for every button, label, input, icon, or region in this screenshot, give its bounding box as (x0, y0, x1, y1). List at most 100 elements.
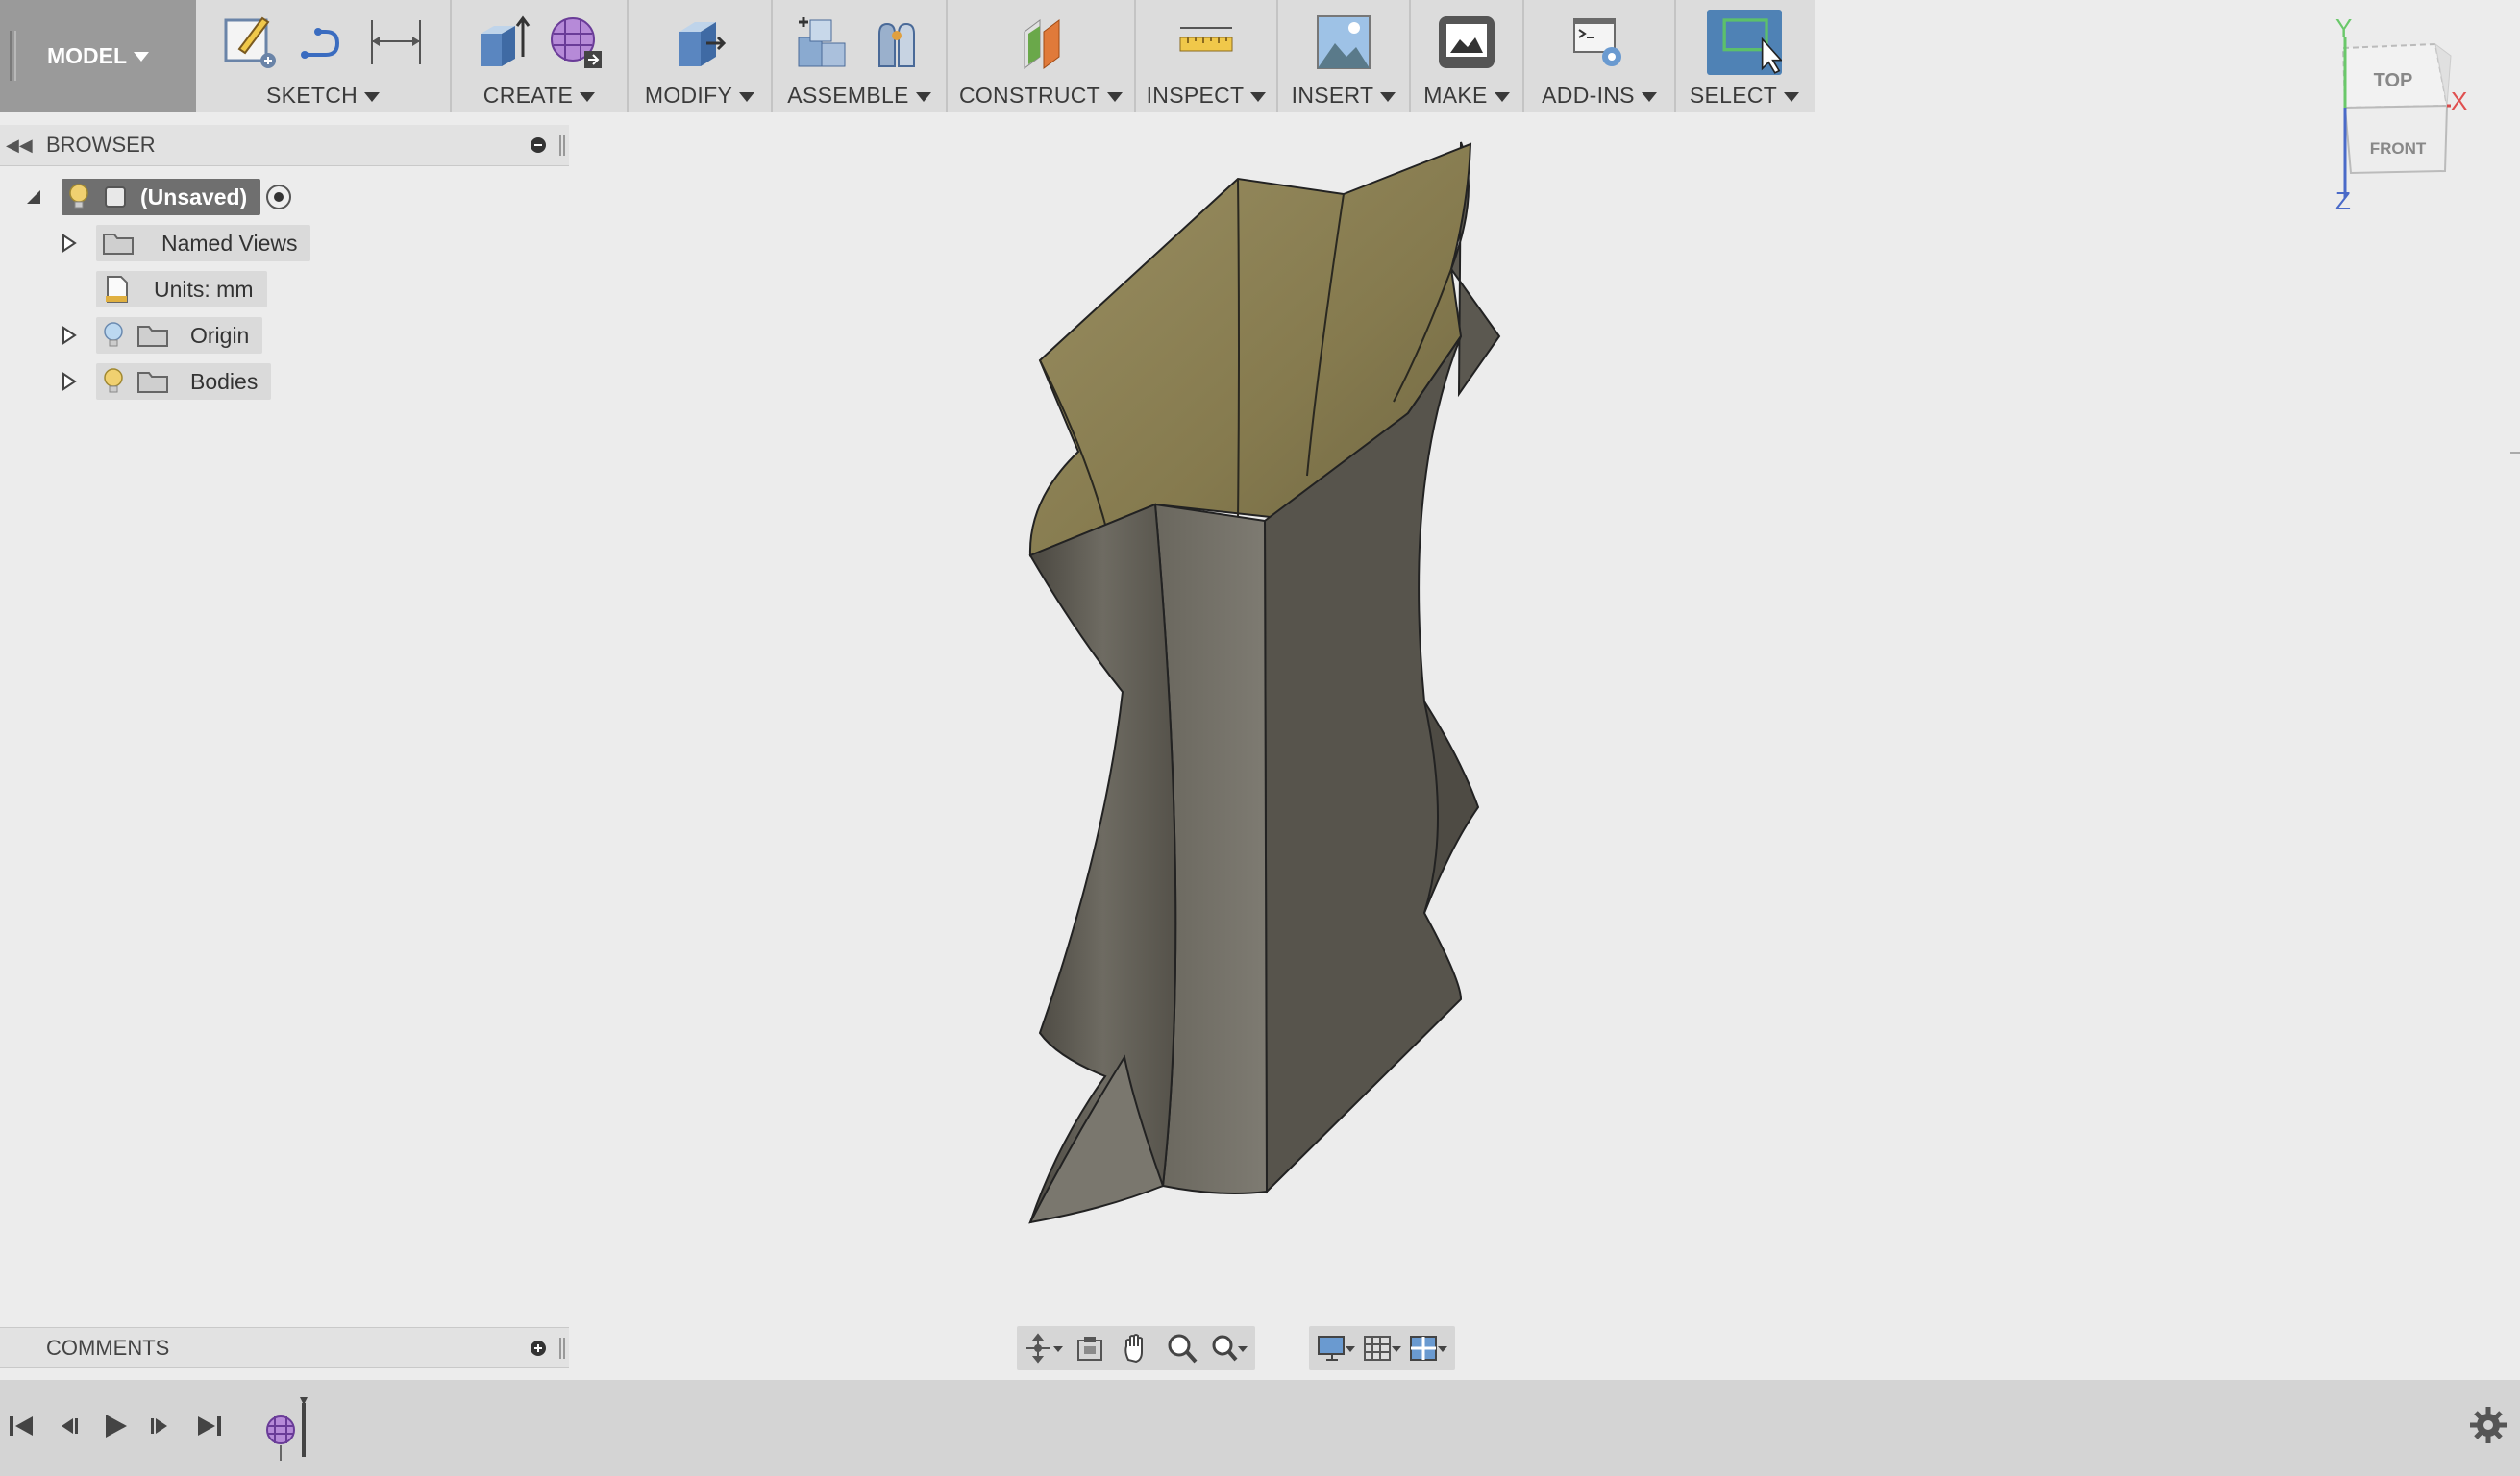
named-views-label: Named Views (161, 230, 298, 256)
make-group[interactable]: MAKE (1411, 0, 1524, 112)
toolbar: MODEL SKETCH CREATE MODIFY ASSEMBLE CONS… (0, 0, 1815, 112)
edge-tick (2510, 452, 2520, 454)
create-group[interactable]: CREATE (452, 0, 629, 112)
chevron-down-icon (1250, 91, 1267, 102)
scripts-addins-icon[interactable] (1569, 12, 1629, 72)
insert-label: INSERT (1291, 83, 1374, 108)
tree-row-root: (Unsaved) (25, 179, 292, 215)
units-label: Units: mm (154, 276, 254, 302)
units-document-icon (106, 276, 128, 303)
collapse-panel-icon[interactable]: ◀◀ (6, 135, 35, 156)
addins-label: ADD-INS (1542, 83, 1635, 108)
root-label: (Unsaved) (140, 184, 248, 209)
create-sketch-icon[interactable] (220, 12, 280, 72)
go-to-start-icon[interactable] (2, 1407, 40, 1445)
viewports-icon[interactable] (1409, 1331, 1447, 1365)
3d-print-icon[interactable] (1437, 12, 1496, 72)
viewcube[interactable]: TOP FRONT Y X Z (2307, 10, 2489, 221)
timeline-settings-gear-icon[interactable] (2464, 1401, 2512, 1449)
grid-snap-icon[interactable] (1363, 1331, 1401, 1365)
add-comment-icon[interactable] (531, 1341, 546, 1356)
addins-group[interactable]: ADD-INS (1524, 0, 1676, 112)
lightbulb-icon[interactable] (102, 367, 125, 396)
fit-zoom-icon[interactable] (1209, 1331, 1248, 1365)
sketch-label: SKETCH (265, 83, 358, 108)
line-tool-icon[interactable] (293, 12, 353, 72)
modify-group[interactable]: MODIFY (629, 0, 773, 112)
select-icon[interactable] (1707, 10, 1782, 75)
inspect-group[interactable]: INSPECT (1136, 0, 1278, 112)
sketch-group[interactable]: SKETCH (196, 0, 452, 112)
zoom-icon[interactable] (1163, 1331, 1201, 1365)
navigation-bar (1017, 1326, 1255, 1370)
expanded-triangle-icon[interactable] (25, 188, 42, 206)
timeline (0, 1380, 2520, 1476)
play-icon[interactable] (96, 1407, 135, 1445)
origin-label: Origin (190, 322, 250, 348)
dimension-icon[interactable] (366, 12, 426, 72)
chevron-down-icon (1784, 91, 1800, 102)
new-component-icon[interactable] (793, 12, 852, 72)
timeline-form-feature-icon[interactable] (261, 1393, 319, 1470)
assemble-group[interactable]: ASSEMBLE (773, 0, 948, 112)
comments-header: COMMENTS (0, 1327, 569, 1368)
browser-title: BROWSER (46, 133, 156, 157)
tree-node-named-views[interactable]: Named Views (96, 225, 311, 261)
axis-z-label: Z (2335, 186, 2351, 215)
modify-label: MODIFY (644, 83, 733, 108)
viewcube-front-label[interactable]: FRONT (2370, 139, 2427, 158)
display-settings-bar (1309, 1326, 1455, 1370)
insert-group[interactable]: INSERT (1278, 0, 1411, 112)
viewcube-top-label[interactable]: TOP (2374, 70, 2413, 91)
orbit-icon[interactable] (1025, 1331, 1063, 1365)
expand-triangle-icon[interactable] (60, 326, 79, 345)
resize-grip-icon[interactable] (559, 135, 565, 156)
measure-icon[interactable] (1176, 12, 1236, 72)
workspace-label: MODEL (46, 43, 128, 68)
extrude-icon[interactable] (473, 12, 532, 72)
chevron-down-icon (580, 91, 596, 102)
expand-triangle-icon[interactable] (60, 372, 79, 391)
chevron-down-icon (1107, 91, 1124, 102)
press-pull-icon[interactable] (670, 12, 729, 72)
model-body[interactable] (1000, 135, 1538, 1240)
tree-node-unsaved[interactable]: (Unsaved) (62, 179, 261, 215)
look-at-icon[interactable] (1071, 1331, 1109, 1365)
assemble-label: ASSEMBLE (787, 83, 909, 108)
tree-row-units: Units: mm (96, 271, 267, 308)
folder-icon (137, 326, 168, 347)
joint-icon[interactable] (866, 12, 926, 72)
go-to-end-icon[interactable] (190, 1407, 229, 1445)
active-radio-icon[interactable] (266, 184, 292, 209)
chevron-down-icon (739, 91, 755, 102)
offset-plane-icon[interactable] (1011, 12, 1071, 72)
lightbulb-icon[interactable] (102, 321, 125, 350)
select-group[interactable]: SELECT (1676, 0, 1813, 112)
pan-hand-icon[interactable] (1117, 1331, 1155, 1365)
step-back-icon[interactable] (48, 1407, 86, 1445)
axis-x-label: X (2451, 86, 2467, 115)
folder-icon (103, 234, 134, 255)
construct-group[interactable]: CONSTRUCT (948, 0, 1136, 112)
make-label: MAKE (1423, 83, 1488, 108)
insert-image-icon[interactable] (1314, 12, 1373, 72)
lightbulb-icon[interactable] (67, 183, 90, 211)
display-settings-icon[interactable] (1317, 1331, 1355, 1365)
select-label: SELECT (1689, 83, 1778, 108)
tree-row-bodies: Bodies (60, 363, 272, 400)
tree-node-origin[interactable]: Origin (96, 317, 263, 354)
chevron-down-icon (1380, 91, 1396, 102)
minimize-icon[interactable] (531, 137, 546, 153)
resize-grip-icon[interactable] (559, 1338, 565, 1359)
form-icon[interactable] (546, 12, 605, 72)
expand-triangle-icon[interactable] (60, 234, 79, 253)
construct-label: CONSTRUCT (958, 83, 1101, 108)
tree-node-units[interactable]: Units: mm (96, 271, 267, 308)
step-forward-icon[interactable] (142, 1407, 181, 1445)
chevron-down-icon (134, 51, 150, 62)
workspace-model-dropdown[interactable]: MODEL (0, 0, 196, 112)
bodies-label: Bodies (190, 368, 259, 394)
tree-node-bodies[interactable]: Bodies (96, 363, 272, 400)
tree-row-named-views: Named Views (60, 225, 311, 261)
document-icon (105, 186, 126, 208)
